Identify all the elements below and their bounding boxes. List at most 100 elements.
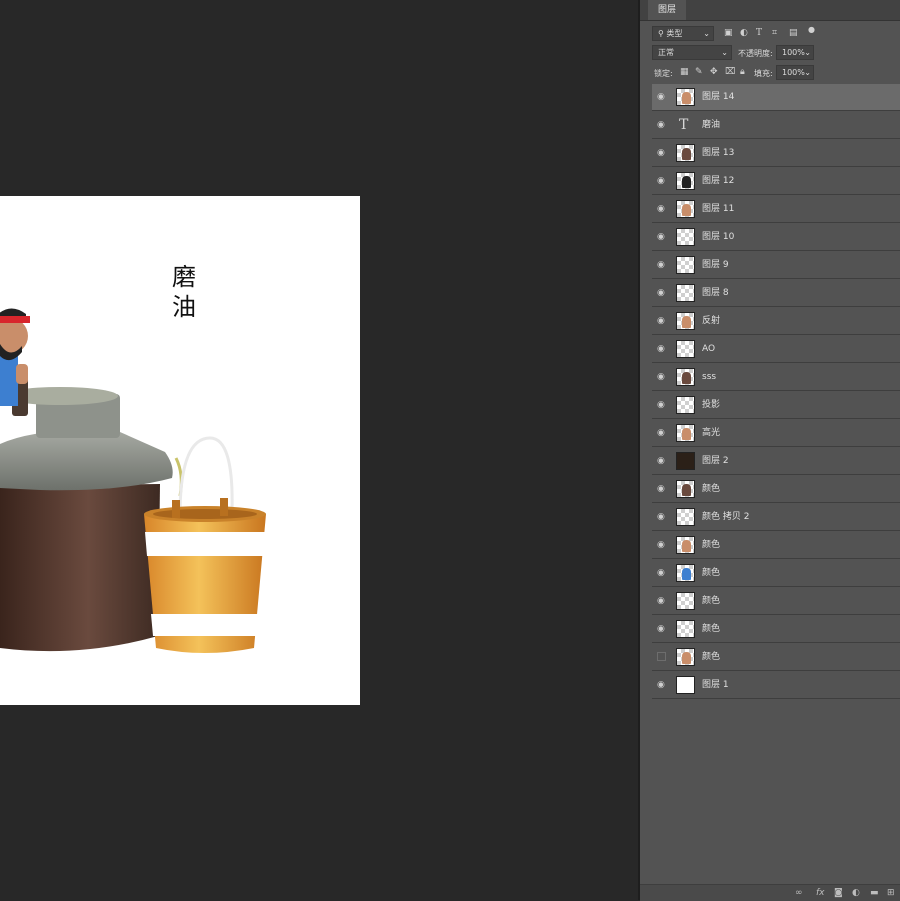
fill-input[interactable]: 100% ⌄ (776, 65, 814, 80)
adjustment-filter-icon[interactable]: ◐ (740, 27, 748, 39)
layer-row[interactable]: ◉ 图层 8 (652, 280, 900, 307)
layer-name[interactable]: 磨油 (702, 120, 720, 131)
layer-name[interactable]: 颜色 (702, 596, 720, 607)
shape-filter-icon[interactable]: ⌗ (772, 27, 777, 39)
image-filter-icon[interactable]: ▣ (724, 27, 733, 39)
new-group-icon[interactable]: ▬ (870, 888, 879, 898)
layer-thumbnail[interactable] (676, 340, 695, 358)
layer-name[interactable]: 图层 8 (702, 288, 729, 299)
layer-row[interactable]: ◉ 图层 12 (652, 168, 900, 195)
layer-row[interactable]: ◉ 图层 13 (652, 140, 900, 167)
layer-name[interactable]: 图层 9 (702, 260, 729, 271)
layer-row[interactable]: ◉ 颜色 (652, 588, 900, 615)
visibility-eye-icon[interactable]: ◉ (657, 317, 667, 326)
visibility-eye-icon[interactable]: ◉ (657, 233, 667, 242)
layer-thumbnail[interactable] (676, 312, 695, 330)
layer-name[interactable]: 高光 (702, 428, 720, 439)
layer-row[interactable]: ◉ 颜色 (652, 560, 900, 587)
link-layers-icon[interactable]: ∞ (795, 888, 803, 898)
layer-name[interactable]: 颜色 拷贝 2 (702, 512, 749, 523)
layer-row[interactable]: ◉ 颜色 (652, 476, 900, 503)
layer-thumbnail[interactable] (676, 424, 695, 442)
visibility-eye-icon[interactable]: ◉ (657, 289, 667, 298)
visibility-eye-icon[interactable]: ◉ (657, 121, 667, 130)
layer-name[interactable]: 图层 13 (702, 148, 734, 159)
type-filter-icon[interactable]: T (756, 27, 762, 39)
layer-name[interactable]: 颜色 (702, 652, 720, 663)
layer-row[interactable]: ◉ 图层 2 (652, 448, 900, 475)
blend-mode-select[interactable]: 正常 ⌄ (652, 45, 732, 60)
visibility-eye-icon[interactable]: ◉ (657, 373, 667, 382)
layer-name[interactable]: 图层 12 (702, 176, 734, 187)
layer-name[interactable]: 投影 (702, 400, 720, 411)
layer-thumbnail[interactable] (676, 256, 695, 274)
layer-thumbnail[interactable] (676, 648, 695, 666)
layer-row[interactable]: ◉ 反射 (652, 308, 900, 335)
layer-row[interactable]: ◉ 图层 10 (652, 224, 900, 251)
visibility-eye-icon[interactable]: ◉ (657, 149, 667, 158)
layer-name[interactable]: 图层 1 (702, 680, 729, 691)
visibility-eye-icon[interactable]: ◉ (657, 261, 667, 270)
layer-name[interactable]: 颜色 (702, 568, 720, 579)
fx-icon[interactable]: fx (816, 888, 825, 898)
layer-row[interactable]: ◉ 颜色 (652, 532, 900, 559)
visibility-eye-icon[interactable]: ◉ (657, 93, 667, 102)
layer-name[interactable]: sss (702, 372, 716, 383)
visibility-eye-icon[interactable]: ◉ (657, 429, 667, 438)
layer-name[interactable]: 图层 14 (702, 92, 734, 103)
canvas-workspace[interactable]: 磨 油 (0, 0, 640, 900)
visibility-eye-icon[interactable]: ◉ (657, 513, 667, 522)
layer-name[interactable]: AO (702, 344, 715, 355)
layer-row[interactable]: ◉ 图层 11 (652, 196, 900, 223)
visibility-eye-icon[interactable]: ◉ (657, 541, 667, 550)
layer-thumbnail[interactable] (676, 564, 695, 582)
layer-thumbnail[interactable] (676, 200, 695, 218)
lock-artboard-icon[interactable]: ⌧ (725, 66, 735, 78)
layer-name[interactable]: 颜色 (702, 540, 720, 551)
layer-thumbnail[interactable] (676, 368, 695, 386)
layer-row[interactable]: ◉ sss (652, 364, 900, 391)
visibility-eye-icon[interactable]: ◉ (657, 177, 667, 186)
layer-thumbnail[interactable] (676, 480, 695, 498)
new-layer-icon[interactable]: ⊞ (887, 888, 895, 898)
layer-name[interactable]: 图层 2 (702, 456, 729, 467)
layer-row[interactable]: ◉ 图层 14 (652, 84, 900, 111)
visibility-eye-icon[interactable]: ◉ (657, 401, 667, 410)
layer-filter-select[interactable]: ⚲ 类型 ⌄ (652, 26, 714, 41)
layer-row[interactable]: ◉ 高光 (652, 420, 900, 447)
layer-thumbnail[interactable] (676, 620, 695, 638)
visibility-eye-icon[interactable]: ◉ (657, 625, 667, 634)
layer-name[interactable]: 颜色 (702, 484, 720, 495)
layer-thumbnail[interactable] (676, 536, 695, 554)
lock-paint-icon[interactable]: ✎ (695, 66, 703, 78)
visibility-eye-icon[interactable]: ◉ (657, 205, 667, 214)
layer-thumbnail[interactable] (676, 396, 695, 414)
layer-row[interactable]: ◉ AO (652, 336, 900, 363)
layer-thumbnail[interactable] (676, 172, 695, 190)
new-adjustment-icon[interactable]: ◐ (852, 888, 860, 898)
layer-thumbnail[interactable] (676, 144, 695, 162)
opacity-input[interactable]: 100% ⌄ (776, 45, 814, 60)
layer-name[interactable]: 图层 10 (702, 232, 734, 243)
lock-position-icon[interactable]: ✥ (710, 66, 718, 78)
layer-row[interactable]: ◉ 颜色 拷贝 2 (652, 504, 900, 531)
layer-row[interactable]: ◉ 图层 1 (652, 672, 900, 699)
layer-row[interactable]: ◉ 颜色 (652, 616, 900, 643)
visibility-eye-icon[interactable]: ◉ (657, 681, 667, 690)
layer-thumbnail[interactable] (676, 508, 695, 526)
visibility-eye-icon[interactable]: ◉ (657, 345, 667, 354)
layer-row[interactable]: ◉ T 磨油 (652, 112, 900, 139)
layer-name[interactable]: 图层 11 (702, 204, 734, 215)
filter-toggle-icon[interactable]: ● (808, 24, 815, 36)
add-mask-icon[interactable]: ◙ (834, 888, 843, 898)
smart-object-filter-icon[interactable]: ▤ (789, 27, 798, 39)
layer-thumbnail[interactable] (676, 228, 695, 246)
layer-thumbnail[interactable] (676, 452, 695, 470)
tab-layers[interactable]: 图层 (648, 0, 687, 20)
layer-row[interactable]: 颜色 (652, 644, 900, 671)
lock-transparent-icon[interactable]: ▦ (680, 66, 689, 78)
layer-name[interactable]: 颜色 (702, 624, 720, 635)
visibility-eye-icon[interactable]: ◉ (657, 457, 667, 466)
visibility-eye-icon[interactable]: ◉ (657, 597, 667, 606)
layer-thumbnail[interactable] (676, 88, 695, 106)
